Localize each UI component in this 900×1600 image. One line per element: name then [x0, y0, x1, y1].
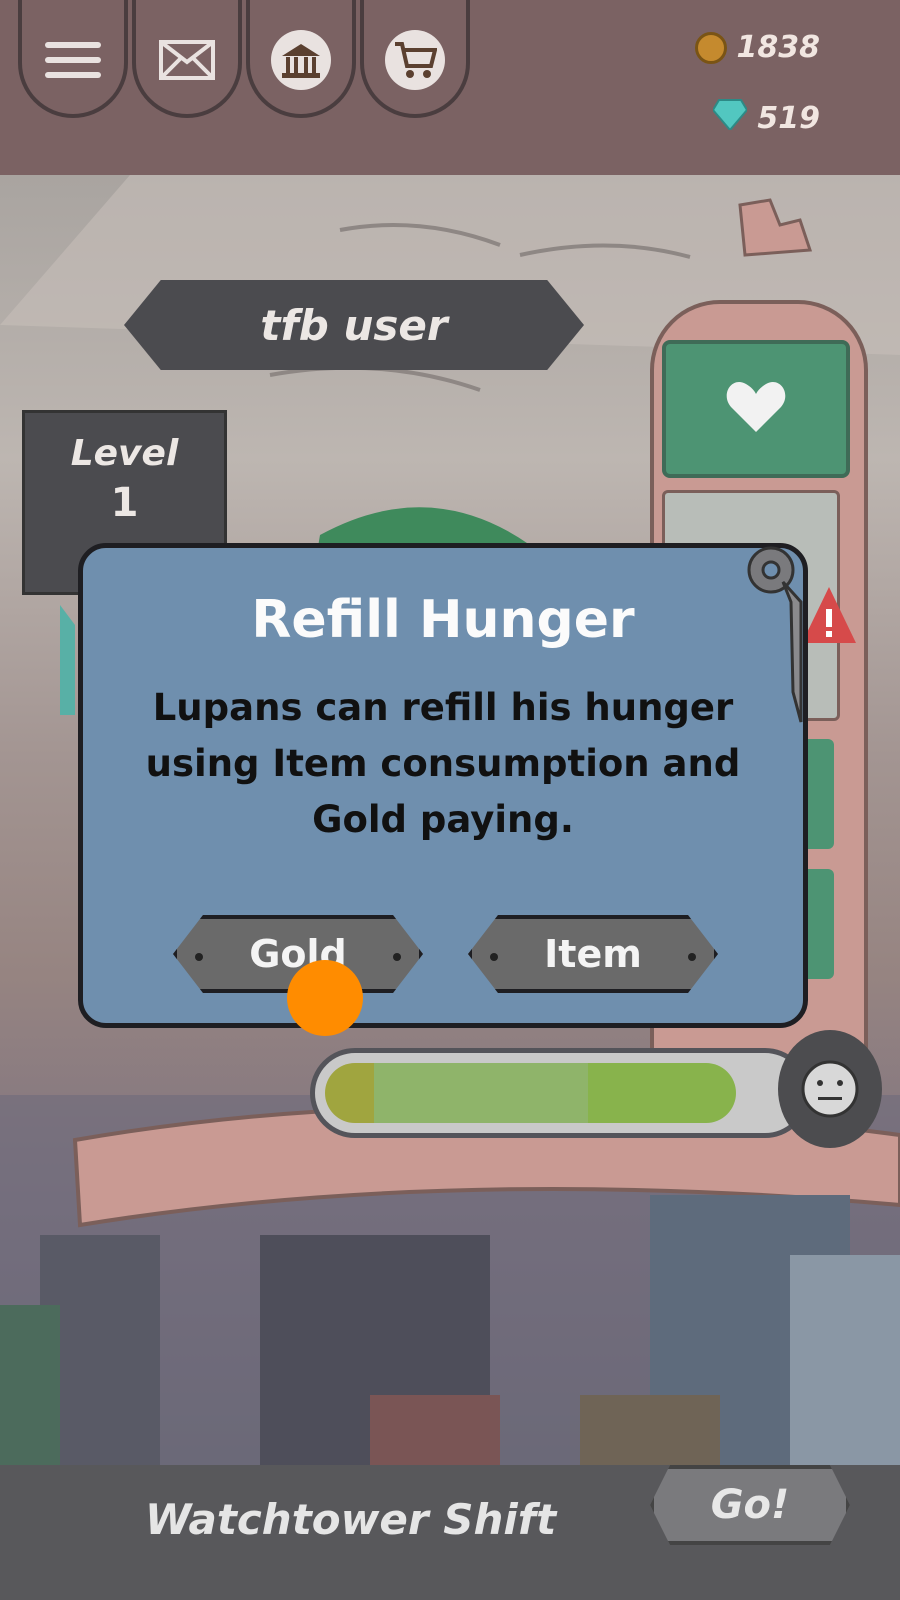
item-button[interactable]: Item	[468, 915, 718, 993]
gear-icon	[743, 542, 813, 736]
level-label: Level	[70, 433, 179, 474]
gem-amount: 519	[757, 100, 820, 136]
menu-tab[interactable]	[18, 0, 128, 118]
mail-icon	[157, 30, 217, 90]
gold-amount: 1838	[736, 30, 821, 65]
cart-icon	[385, 30, 445, 90]
dialog-title: Refill Hunger	[251, 590, 635, 650]
gem-counter: 519	[712, 98, 820, 138]
heart-icon	[726, 380, 786, 438]
level-value: 1	[110, 480, 139, 526]
tap-indicator	[287, 960, 363, 1036]
hunger-meter-fill	[325, 1063, 737, 1123]
building-tab[interactable]	[246, 0, 356, 118]
player-name-banner: tfb user	[124, 280, 584, 370]
shop-tab[interactable]	[360, 0, 470, 118]
task-label: Watchtower Shift	[145, 1495, 557, 1544]
top-bar: 1838 519	[0, 0, 900, 175]
mood-face-icon	[778, 1030, 882, 1148]
coin-icon	[694, 31, 727, 64]
go-button-label: Go!	[710, 1482, 790, 1528]
gold-counter: 1838	[694, 30, 821, 65]
refill-hunger-dialog: Refill Hunger Lupans can refill his hung…	[78, 543, 808, 1028]
health-button[interactable]	[662, 340, 850, 478]
menu-icon	[43, 30, 103, 90]
dialog-message: Lupans can refill his hunger using Item …	[145, 686, 741, 841]
hunger-meter	[310, 1048, 810, 1138]
player-name: tfb user	[260, 300, 448, 350]
go-button[interactable]: Go!	[650, 1465, 850, 1545]
item-button-label: Item	[544, 932, 642, 976]
mail-tab[interactable]	[132, 0, 242, 118]
building-icon	[271, 30, 331, 90]
gem-icon	[712, 98, 749, 138]
